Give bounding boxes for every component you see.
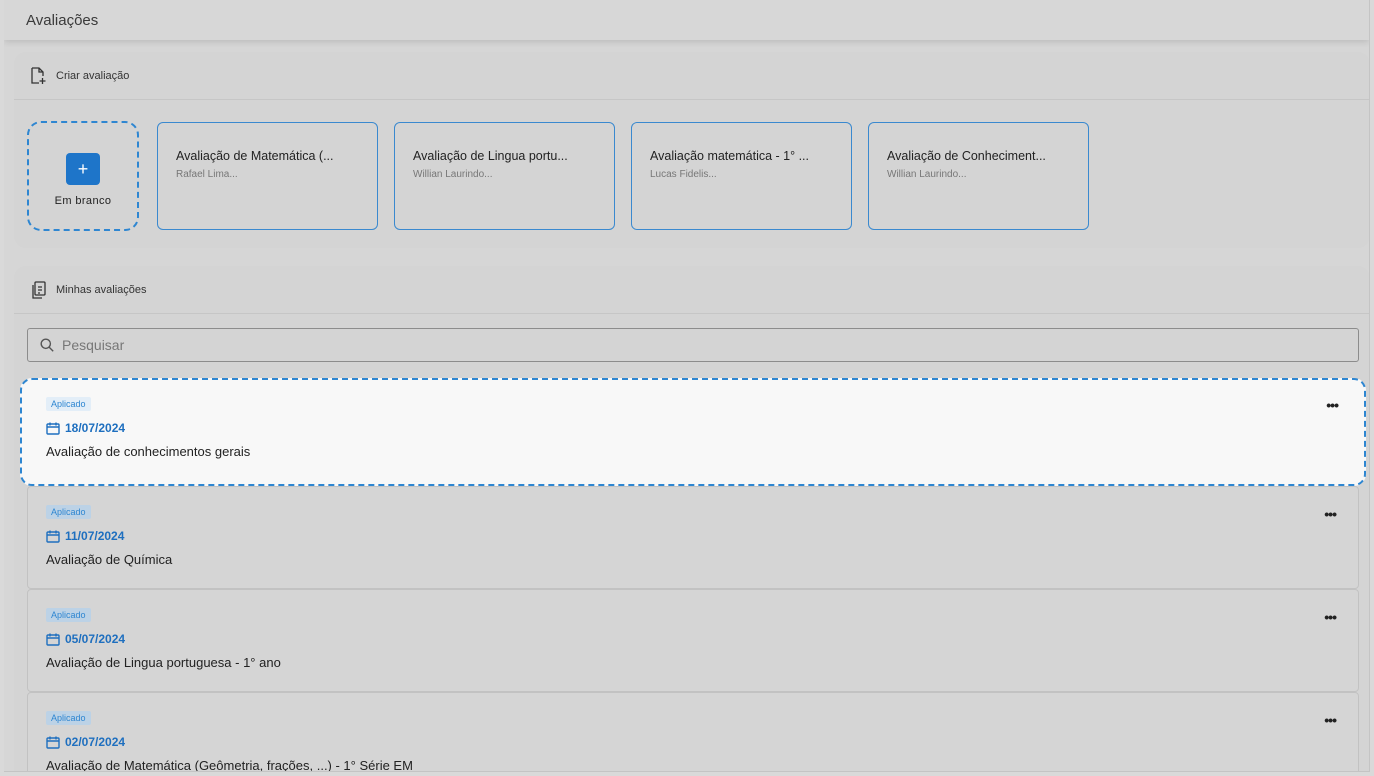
assessment-date: 18/07/2024 (46, 421, 1340, 435)
assessment-title: Avaliação de Química (46, 552, 173, 567)
search-box (27, 328, 1359, 362)
assessment-date: 11/07/2024 (46, 529, 1340, 543)
create-assessment-title: Criar avaliação (56, 69, 130, 82)
date-text: 05/07/2024 (65, 632, 126, 646)
template-card[interactable]: Avaliação de Lingua portu... Willian Lau… (394, 122, 615, 230)
search-input[interactable] (62, 337, 1358, 353)
create-assessment-header: Criar avaliação (14, 52, 1369, 100)
create-assessment-panel: Criar avaliação + Em branco Avaliação de… (14, 52, 1369, 248)
assessment-date: 02/07/2024 (46, 735, 1340, 749)
date-text: 18/07/2024 (65, 421, 126, 435)
assessment-item[interactable]: Aplicado 02/07/2024 Avaliação de Matemát… (27, 692, 1359, 772)
more-options-icon[interactable]: ••• (1324, 506, 1337, 522)
plus-icon: + (66, 153, 100, 185)
date-text: 11/07/2024 (65, 529, 125, 543)
template-author: Willian Laurindo... (887, 169, 967, 180)
template-title: Avaliação matemática - 1° ... (650, 149, 810, 163)
template-list: + Em branco Avaliação de Matemática (...… (27, 121, 1105, 231)
assessment-list: Aplicado 18/07/2024 Avaliação de conheci… (20, 378, 1366, 772)
assessment-date: 05/07/2024 (46, 632, 1340, 646)
template-title: Avaliação de Conheciment... (887, 149, 1046, 163)
template-card[interactable]: Avaliação de Conheciment... Willian Laur… (868, 122, 1089, 230)
template-title: Avaliação de Lingua portu... (413, 149, 568, 163)
assessment-item[interactable]: Aplicado 05/07/2024 Avaliação de Lingua … (27, 589, 1359, 692)
assessment-item[interactable]: Aplicado 11/07/2024 Avaliação de Química… (27, 486, 1359, 589)
search-icon (40, 338, 54, 352)
app-frame: Avaliações Criar avaliação + Em branco A… (4, 0, 1370, 772)
calendar-icon (46, 530, 60, 543)
calendar-icon (46, 633, 60, 646)
template-card[interactable]: Avaliação de Matemática (... Rafael Lima… (157, 122, 378, 230)
calendar-icon (46, 422, 60, 435)
assessment-item[interactable]: Aplicado 18/07/2024 Avaliação de conheci… (20, 378, 1366, 486)
status-badge: Aplicado (46, 711, 91, 725)
template-author: Lucas Fidelis... (650, 169, 717, 180)
template-card[interactable]: Avaliação matemática - 1° ... Lucas Fide… (631, 122, 852, 230)
blank-assessment-label: Em branco (54, 195, 112, 207)
more-options-icon[interactable]: ••• (1324, 712, 1337, 728)
page-title: Avaliações (4, 0, 1369, 40)
document-list-icon (32, 280, 46, 299)
date-text: 02/07/2024 (65, 735, 126, 749)
template-author: Rafael Lima... (176, 169, 238, 180)
blank-assessment-button[interactable]: + Em branco (27, 121, 139, 231)
assessment-title: Avaliação de conhecimentos gerais (46, 444, 251, 459)
status-badge: Aplicado (46, 608, 91, 622)
file-add-icon (31, 66, 46, 84)
assessment-title: Avaliação de Lingua portuguesa - 1° ano (46, 655, 281, 670)
template-title: Avaliação de Matemática (... (176, 149, 334, 163)
my-assessments-header: Minhas avaliações (14, 266, 1369, 314)
calendar-icon (46, 736, 60, 749)
my-assessments-panel: Minhas avaliações Aplicado 18/07/2024 Av… (14, 266, 1369, 772)
template-author: Willian Laurindo... (413, 169, 493, 180)
status-badge: Aplicado (46, 505, 91, 519)
more-options-icon[interactable]: ••• (1326, 397, 1339, 413)
assessment-title: Avaliação de Matemática (Geômetria, fraç… (46, 758, 413, 772)
my-assessments-title: Minhas avaliações (56, 283, 147, 296)
status-badge: Aplicado (46, 397, 91, 411)
more-options-icon[interactable]: ••• (1324, 609, 1337, 625)
